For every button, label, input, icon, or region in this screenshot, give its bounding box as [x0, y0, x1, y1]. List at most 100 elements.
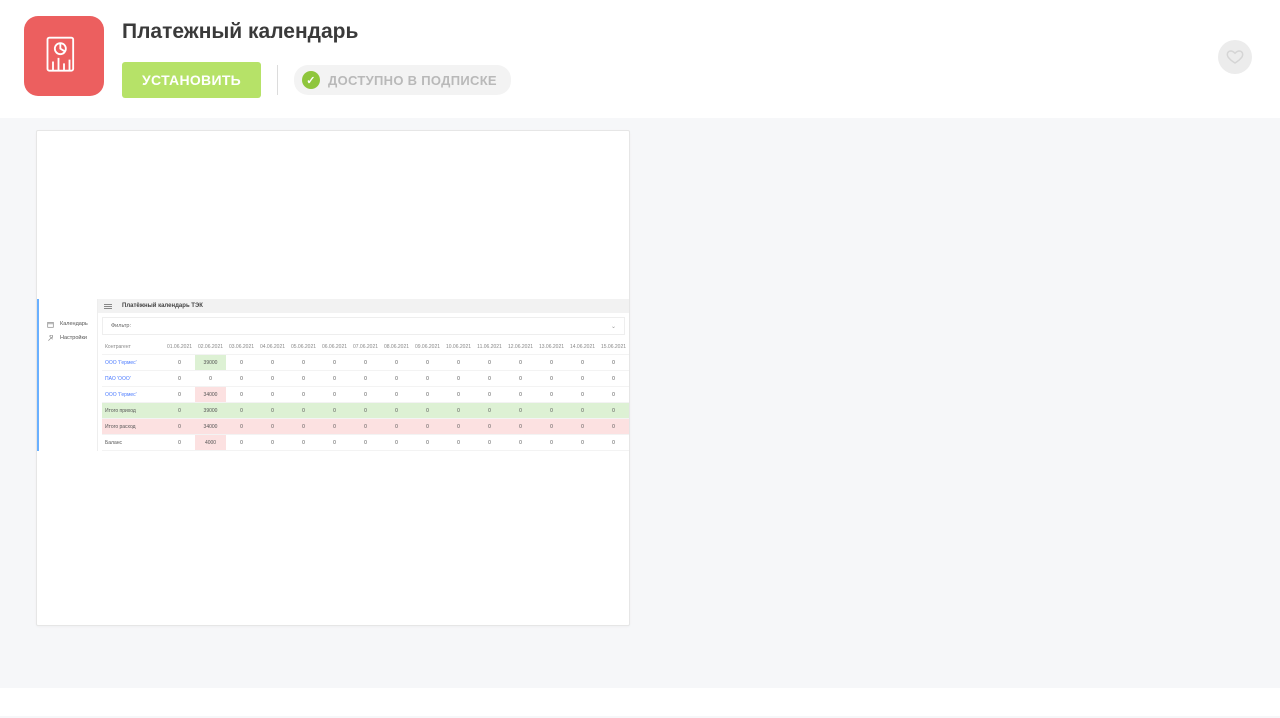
table-cell: 0	[412, 387, 443, 403]
table-cell: 0	[319, 387, 350, 403]
table-cell: 34000	[195, 419, 226, 435]
table-header: 04.06.2021	[257, 339, 288, 355]
filter-label: Фильтр:	[111, 323, 131, 329]
table-cell: 0	[567, 371, 598, 387]
table-cell: 0	[381, 387, 412, 403]
table-cell: 0	[598, 403, 629, 419]
actions-row: УСТАНОВИТЬ ✓ ДОСТУПНО В ПОДПИСКЕ	[122, 62, 1256, 98]
table-cell: 0	[226, 371, 257, 387]
table-cell: 0	[474, 371, 505, 387]
check-icon: ✓	[302, 71, 320, 89]
table-cell: 0	[443, 403, 474, 419]
menu-icon	[104, 304, 112, 309]
table-cell: 0	[567, 419, 598, 435]
table-header: 06.06.2021	[319, 339, 350, 355]
table-cell: 0	[257, 403, 288, 419]
table-cell: 0	[319, 403, 350, 419]
table-cell: 0	[288, 403, 319, 419]
table-cell: 0	[412, 419, 443, 435]
table-cell: 0	[505, 419, 536, 435]
table-cell: 0	[443, 387, 474, 403]
table-cell: 0	[226, 403, 257, 419]
table-header: 01.06.2021	[164, 339, 195, 355]
table-cell: 0	[505, 371, 536, 387]
table-cell: 0	[443, 435, 474, 451]
header-content: Платежный календарь УСТАНОВИТЬ ✓ ДОСТУПН…	[122, 16, 1256, 98]
table-cell: 0	[598, 355, 629, 371]
availability-label: ДОСТУПНО В ПОДПИСКЕ	[328, 73, 497, 88]
table-cell: 0	[257, 435, 288, 451]
table-cell: 0	[443, 371, 474, 387]
sidebar-item-label: Настройки	[60, 335, 87, 341]
table-cell: 0	[164, 355, 195, 371]
table-cell: 0	[412, 403, 443, 419]
sidebar-item-settings: Настройки	[47, 331, 91, 345]
screenshot-preview[interactable]: Календарь Настройки Платёжный календарь …	[36, 130, 630, 626]
table-cell: 0	[567, 387, 598, 403]
table-cell: 0	[226, 387, 257, 403]
table-cell: 0	[443, 419, 474, 435]
table-cell: 0	[381, 435, 412, 451]
table-cell: 39000	[195, 355, 226, 371]
table-header: 02.06.2021	[195, 339, 226, 355]
heart-icon	[1226, 48, 1244, 66]
row-label: Баланс	[102, 435, 164, 451]
table-cell: 0	[319, 419, 350, 435]
table-cell: 0	[350, 355, 381, 371]
app-header: Платежный календарь УСТАНОВИТЬ ✓ ДОСТУПН…	[0, 0, 1280, 118]
table-cell: 0	[288, 387, 319, 403]
mock-main: Платёжный календарь ТЭК Фильтр: ⌄ Контра…	[98, 299, 629, 451]
table-cell: 0	[257, 419, 288, 435]
row-label: ПАО 'ООО'	[102, 371, 164, 387]
table-cell: 0	[598, 435, 629, 451]
table-cell: 0	[288, 419, 319, 435]
body-area: Календарь Настройки Платёжный календарь …	[0, 118, 1280, 718]
table-cell: 0	[598, 387, 629, 403]
table-cell: 0	[505, 387, 536, 403]
table-cell: 0	[257, 355, 288, 371]
divider	[277, 65, 278, 95]
table-cell: 0	[567, 403, 598, 419]
table-header: 14.06.2021	[567, 339, 598, 355]
table-cell: 0	[226, 419, 257, 435]
chevron-down-icon: ⌄	[611, 323, 616, 330]
row-label: ООО 'Гермес'	[102, 355, 164, 371]
table-cell: 0	[350, 387, 381, 403]
table-cell: 0	[195, 371, 226, 387]
table-cell: 0	[474, 355, 505, 371]
mock-toolbar: Платёжный календарь ТЭК	[98, 299, 629, 313]
row-label: ООО 'Гермес'	[102, 387, 164, 403]
table-cell: 0	[474, 403, 505, 419]
table-cell: 0	[164, 419, 195, 435]
mock-title: Платёжный календарь ТЭК	[122, 303, 203, 309]
table-cell: 0	[412, 355, 443, 371]
install-button[interactable]: УСТАНОВИТЬ	[122, 62, 261, 98]
table-cell: 0	[505, 403, 536, 419]
mock-filter: Фильтр: ⌄	[102, 317, 625, 335]
app-title: Платежный календарь	[122, 20, 1256, 44]
row-label: Итого приход	[102, 403, 164, 419]
table-cell: 0	[536, 435, 567, 451]
table-cell: 0	[164, 387, 195, 403]
sidebar-item-label: Календарь	[60, 321, 88, 327]
row-label: Итого расход	[102, 419, 164, 435]
table-cell: 0	[598, 419, 629, 435]
table-header: 15.06.2021	[598, 339, 629, 355]
table-cell: 0	[412, 371, 443, 387]
table-cell: 0	[288, 355, 319, 371]
mock-app: Календарь Настройки Платёжный календарь …	[37, 299, 629, 451]
table-header: 07.06.2021	[350, 339, 381, 355]
table-cell: 0	[350, 403, 381, 419]
table-cell: 0	[226, 435, 257, 451]
table-cell: 0	[164, 371, 195, 387]
table-cell: 0	[350, 435, 381, 451]
table-cell: 0	[536, 403, 567, 419]
calendar-icon	[47, 321, 54, 328]
table-header: 13.06.2021	[536, 339, 567, 355]
mock-table: Контрагент01.06.202102.06.202103.06.2021…	[102, 339, 629, 451]
favorite-button[interactable]	[1218, 40, 1252, 74]
table-header: 12.06.2021	[505, 339, 536, 355]
table-cell: 4000	[195, 435, 226, 451]
table-cell: 34000	[195, 387, 226, 403]
wrench-icon	[47, 335, 54, 342]
